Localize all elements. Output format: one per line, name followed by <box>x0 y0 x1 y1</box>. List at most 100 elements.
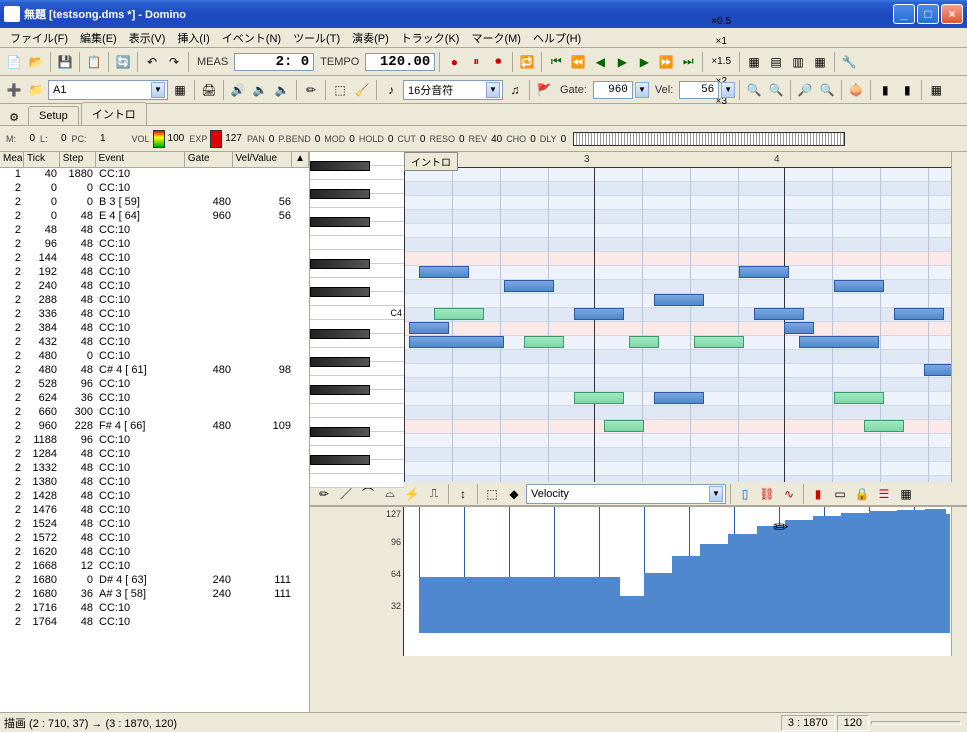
skip-start-button[interactable]: ⏮ <box>546 52 566 72</box>
view3-button[interactable]: ▥ <box>788 52 808 72</box>
zoom-out-button[interactable]: 🔍 <box>766 80 786 100</box>
event-row[interactable]: 2152448CC:10 <box>0 518 309 532</box>
col-mea[interactable]: Mea <box>0 152 24 167</box>
maximize-button[interactable]: □ <box>917 4 939 24</box>
menu-H[interactable]: ヘルプ(H) <box>527 28 587 48</box>
piano-keyboard[interactable]: C4 <box>310 152 404 482</box>
search-button[interactable]: 🔎 <box>795 80 815 100</box>
track-combo[interactable]: A1 ▼ <box>48 80 168 100</box>
note[interactable] <box>409 336 504 348</box>
track-opt1-button[interactable]: ▦ <box>170 80 190 100</box>
menu-I[interactable]: 挿入(I) <box>171 28 215 48</box>
col-tick[interactable]: Tick <box>24 152 60 167</box>
marker-intro[interactable]: イントロ <box>404 152 458 171</box>
flag-button[interactable]: 🚩 <box>534 80 554 100</box>
event-row[interactable]: 2147648CC:10 <box>0 504 309 518</box>
tempo-field[interactable]: 120.00 <box>365 53 435 71</box>
zoom-in-button[interactable]: 🔍 <box>744 80 764 100</box>
event-row[interactable]: 1401880CC:10 <box>0 168 309 182</box>
vel-field[interactable] <box>679 81 719 99</box>
forward-button[interactable]: ⏩ <box>656 52 676 72</box>
export-button[interactable]: 📋 <box>84 52 104 72</box>
redo-button[interactable]: ↷ <box>164 52 184 72</box>
event-row[interactable]: 200CC:10 <box>0 182 309 196</box>
note[interactable] <box>924 364 951 376</box>
note[interactable] <box>409 322 449 334</box>
event-row[interactable]: 2048E 4 [ 64]96056 <box>0 210 309 224</box>
note[interactable] <box>864 420 904 432</box>
note[interactable] <box>504 280 554 292</box>
bars1-button[interactable]: ▮ <box>875 80 895 100</box>
menu-E[interactable]: 編集(E) <box>74 28 123 48</box>
col-step[interactable]: Step <box>60 152 96 167</box>
event-row[interactable]: 24848CC:10 <box>0 224 309 238</box>
event-row[interactable]: 238448CC:10 <box>0 322 309 336</box>
event-list[interactable]: 1401880CC:10200CC:10200B 3 [ 59]48056204… <box>0 168 309 712</box>
cc-opt2-button[interactable]: ▭ <box>830 484 850 504</box>
note[interactable] <box>799 336 879 348</box>
meas-field[interactable]: 2: 0 <box>234 53 314 71</box>
skip-end-button[interactable]: ⏭ <box>678 52 698 72</box>
cc-step-button[interactable]: ⎍ <box>424 484 444 504</box>
col-vel[interactable]: Vel/Value <box>233 152 293 167</box>
note-icon[interactable]: ♪ <box>381 80 401 100</box>
rewind-button[interactable]: ⏪ <box>568 52 588 72</box>
event-row[interactable]: 224048CC:10 <box>0 280 309 294</box>
cc-erase-button[interactable]: ◆ <box>504 484 524 504</box>
settings-button[interactable]: 🔧 <box>839 52 859 72</box>
event-row[interactable]: 233648CC:10 <box>0 308 309 322</box>
note[interactable] <box>694 336 744 348</box>
close-button[interactable]: × <box>941 4 963 24</box>
cc-lock-button[interactable]: 🔒 <box>852 484 872 504</box>
event-row[interactable]: 2171648CC:10 <box>0 602 309 616</box>
event-row[interactable]: 2166812CC:10 <box>0 560 309 574</box>
gate-spinner[interactable]: ▼ <box>635 82 649 98</box>
event-row[interactable]: 2133248CC:10 <box>0 462 309 476</box>
event-row[interactable]: 216800D# 4 [ 63]240111 <box>0 574 309 588</box>
zoom-fit-button[interactable]: 🔍 <box>817 80 837 100</box>
next-button[interactable]: ▶ <box>634 52 654 72</box>
event-row[interactable]: 2118896CC:10 <box>0 434 309 448</box>
cc-random-button[interactable]: ⚡ <box>402 484 422 504</box>
event-row[interactable]: 24800CC:10 <box>0 350 309 364</box>
track-add-button[interactable]: ➕ <box>4 80 24 100</box>
select-tool-button[interactable]: ⬚ <box>330 80 350 100</box>
vscrollbar[interactable] <box>951 152 967 482</box>
undo-button[interactable]: ↶ <box>142 52 162 72</box>
event-row[interactable]: 2168036A# 3 [ 58]240111 <box>0 588 309 602</box>
print-button[interactable]: 🖨 <box>199 80 219 100</box>
cc-type-combo[interactable]: Velocity ▼ <box>526 484 726 504</box>
menu-V[interactable]: 表示(V) <box>123 28 172 48</box>
event-row[interactable]: 228848CC:10 <box>0 294 309 308</box>
tab-config-icon[interactable]: ⚙ <box>4 109 24 125</box>
bars2-button[interactable]: ▮ <box>897 80 917 100</box>
note[interactable] <box>434 308 484 320</box>
note[interactable] <box>834 280 884 292</box>
piano-roll-grid[interactable]: イントロ 3 4 <box>404 152 951 482</box>
event-row[interactable]: 214448CC:10 <box>0 252 309 266</box>
event-row[interactable]: 200B 3 [ 59]48056 <box>0 196 309 210</box>
sound2-button[interactable]: 🔉 <box>250 80 270 100</box>
note-length-combo[interactable]: 16分音符 ▼ <box>403 80 503 100</box>
event-row[interactable]: 243248CC:10 <box>0 336 309 350</box>
event-row[interactable]: 2138048CC:10 <box>0 476 309 490</box>
pencil-tool-button[interactable]: ✏ <box>301 80 321 100</box>
view2-button[interactable]: ▤ <box>766 52 786 72</box>
menu-M[interactable]: マーク(M) <box>465 28 527 48</box>
note[interactable] <box>754 308 804 320</box>
play-button[interactable]: ▶ <box>612 52 632 72</box>
note[interactable] <box>739 266 789 278</box>
cc-graph[interactable]: ✎ <box>404 507 951 656</box>
col-event[interactable]: Event <box>96 152 185 167</box>
note[interactable] <box>604 420 644 432</box>
cc-bars-button[interactable]: ☰ <box>874 484 894 504</box>
open-file-button[interactable]: 📂 <box>26 52 46 72</box>
note[interactable] <box>524 336 564 348</box>
event-row[interactable]: 2128448CC:10 <box>0 448 309 462</box>
grid-button[interactable]: ▦ <box>926 80 946 100</box>
tab-intro[interactable]: イントロ <box>81 102 147 125</box>
gate-field[interactable] <box>593 81 633 99</box>
timeline-ruler[interactable]: イントロ 3 4 <box>404 152 951 168</box>
note[interactable] <box>574 308 624 320</box>
prev-button[interactable]: ◀ <box>590 52 610 72</box>
